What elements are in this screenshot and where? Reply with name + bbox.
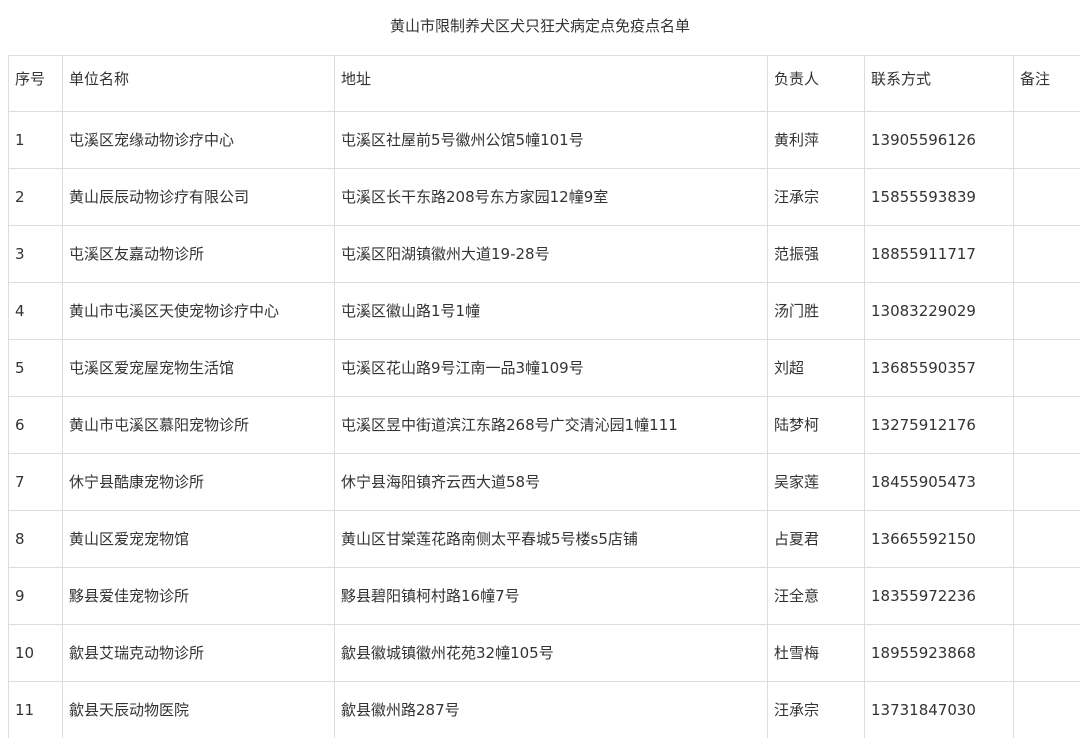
- cell-contact-person: 汪全意: [767, 567, 865, 625]
- cell-phone: 13275912176: [864, 396, 1014, 454]
- table-row: 10 歙县艾瑞克动物诊所 歙县徽城镇徽州花苑32幢105号 杜雪梅 1895592386…: [8, 624, 1080, 682]
- table-row: 8 黄山区爱宠宠物馆 黄山区甘棠莲花路南侧太平春城5号楼s5店铺 占夏君 1366559…: [8, 510, 1080, 568]
- cell-address: 屯溪区徽山路1号1幢: [334, 282, 768, 340]
- cell-unit-name: 屯溪区宠缘动物诊疗中心: [62, 111, 335, 169]
- header-cell-remarks: 备注: [1013, 55, 1080, 112]
- cell-address: 屯溪区花山路9号江南一品3幢109号: [334, 339, 768, 397]
- cell-address: 屯溪区社屋前5号徽州公馆5幢101号: [334, 111, 768, 169]
- cell-index: 1: [8, 111, 63, 169]
- cell-unit-name: 黄山区爱宠宠物馆: [62, 510, 335, 568]
- cell-phone: 18355972236: [864, 567, 1014, 625]
- cell-contact-person: 汪承宗: [767, 681, 865, 738]
- table-row: 5 屯溪区爱宠屋宠物生活馆 屯溪区花山路9号江南一品3幢109号 刘超 13685590…: [8, 339, 1080, 397]
- cell-phone: 13083229029: [864, 282, 1014, 340]
- cell-address: 休宁县海阳镇齐云西大道58号: [334, 453, 768, 511]
- cell-contact-person: 陆梦柯: [767, 396, 865, 454]
- cell-contact-person: 黄利萍: [767, 111, 865, 169]
- cell-contact-person: 范振强: [767, 225, 865, 283]
- immunization-site-table: 序号 单位名称 地址 负责人 联系方式 备注 1 屯溪区宠缘动物诊疗中心 屯溪区社屋…: [8, 55, 1080, 738]
- cell-phone: 13905596126: [864, 111, 1014, 169]
- table-header-row: 序号 单位名称 地址 负责人 联系方式 备注: [8, 55, 1080, 112]
- cell-unit-name: 屯溪区友嘉动物诊所: [62, 225, 335, 283]
- cell-contact-person: 汤门胜: [767, 282, 865, 340]
- cell-phone: 13685590357: [864, 339, 1014, 397]
- header-cell-phone: 联系方式: [864, 55, 1014, 112]
- cell-remarks: [1013, 510, 1080, 568]
- cell-contact-person: 占夏君: [767, 510, 865, 568]
- cell-unit-name: 黟县爱佳宠物诊所: [62, 567, 335, 625]
- cell-index: 3: [8, 225, 63, 283]
- cell-index: 5: [8, 339, 63, 397]
- cell-contact-person: 汪承宗: [767, 168, 865, 226]
- table-row: 9 黟县爱佳宠物诊所 黟县碧阳镇柯村路16幢7号 汪全意 18355972236: [8, 567, 1080, 625]
- header-cell-address: 地址: [334, 55, 768, 112]
- header-cell-unit-name: 单位名称: [62, 55, 335, 112]
- cell-phone: 15855593839: [864, 168, 1014, 226]
- cell-index: 10: [8, 624, 63, 682]
- cell-remarks: [1013, 225, 1080, 283]
- cell-contact-person: 杜雪梅: [767, 624, 865, 682]
- cell-remarks: [1013, 339, 1080, 397]
- table-row: 1 屯溪区宠缘动物诊疗中心 屯溪区社屋前5号徽州公馆5幢101号 黄利萍 1390559…: [8, 111, 1080, 169]
- table-row: 4 黄山市屯溪区天使宠物诊疗中心 屯溪区徽山路1号1幢 汤门胜 13083229029: [8, 282, 1080, 340]
- cell-phone: 18455905473: [864, 453, 1014, 511]
- cell-phone: 18955923868: [864, 624, 1014, 682]
- cell-remarks: [1013, 567, 1080, 625]
- table-row: 6 黄山市屯溪区慕阳宠物诊所 屯溪区昱中街道滨江东路268号广交清沁园1幢111 陆梦…: [8, 396, 1080, 454]
- cell-contact-person: 刘超: [767, 339, 865, 397]
- cell-index: 2: [8, 168, 63, 226]
- cell-unit-name: 休宁县酷康宠物诊所: [62, 453, 335, 511]
- cell-unit-name: 歙县天辰动物医院: [62, 681, 335, 738]
- table-row: 7 休宁县酷康宠物诊所 休宁县海阳镇齐云西大道58号 吴家莲 18455905473: [8, 453, 1080, 511]
- cell-address: 黄山区甘棠莲花路南侧太平春城5号楼s5店铺: [334, 510, 768, 568]
- header-cell-index: 序号: [8, 55, 63, 112]
- cell-remarks: [1013, 453, 1080, 511]
- cell-address: 歙县徽州路287号: [334, 681, 768, 738]
- cell-phone: 18855911717: [864, 225, 1014, 283]
- cell-phone: 13731847030: [864, 681, 1014, 738]
- table-row: 11 歙县天辰动物医院 歙县徽州路287号 汪承宗 13731847030: [8, 681, 1080, 738]
- cell-index: 7: [8, 453, 63, 511]
- cell-remarks: [1013, 396, 1080, 454]
- header-cell-contact-person: 负责人: [767, 55, 865, 112]
- cell-unit-name: 屯溪区爱宠屋宠物生活馆: [62, 339, 335, 397]
- cell-address: 歙县徽城镇徽州花苑32幢105号: [334, 624, 768, 682]
- page-title: 黄山市限制养犬区犬只狂犬病定点免疫点名单: [389, 17, 690, 35]
- cell-index: 11: [8, 681, 63, 738]
- cell-unit-name: 黄山市屯溪区天使宠物诊疗中心: [62, 282, 335, 340]
- cell-contact-person: 吴家莲: [767, 453, 865, 511]
- cell-address: 屯溪区阳湖镇徽州大道19-28号: [334, 225, 768, 283]
- cell-address: 屯溪区长干东路208号东方家园12幢9室: [334, 168, 768, 226]
- cell-index: 4: [8, 282, 63, 340]
- cell-index: 8: [8, 510, 63, 568]
- cell-remarks: [1013, 282, 1080, 340]
- cell-address: 屯溪区昱中街道滨江东路268号广交清沁园1幢111: [334, 396, 768, 454]
- cell-remarks: [1013, 681, 1080, 738]
- cell-remarks: [1013, 624, 1080, 682]
- cell-unit-name: 黄山辰辰动物诊疗有限公司: [62, 168, 335, 226]
- cell-remarks: [1013, 168, 1080, 226]
- cell-phone: 13665592150: [864, 510, 1014, 568]
- cell-remarks: [1013, 111, 1080, 169]
- cell-index: 6: [8, 396, 63, 454]
- cell-unit-name: 歙县艾瑞克动物诊所: [62, 624, 335, 682]
- table-row: 3 屯溪区友嘉动物诊所 屯溪区阳湖镇徽州大道19-28号 范振强 18855911717: [8, 225, 1080, 283]
- cell-unit-name: 黄山市屯溪区慕阳宠物诊所: [62, 396, 335, 454]
- table-row: 2 黄山辰辰动物诊疗有限公司 屯溪区长干东路208号东方家园12幢9室 汪承宗 1585…: [8, 168, 1080, 226]
- cell-index: 9: [8, 567, 63, 625]
- cell-address: 黟县碧阳镇柯村路16幢7号: [334, 567, 768, 625]
